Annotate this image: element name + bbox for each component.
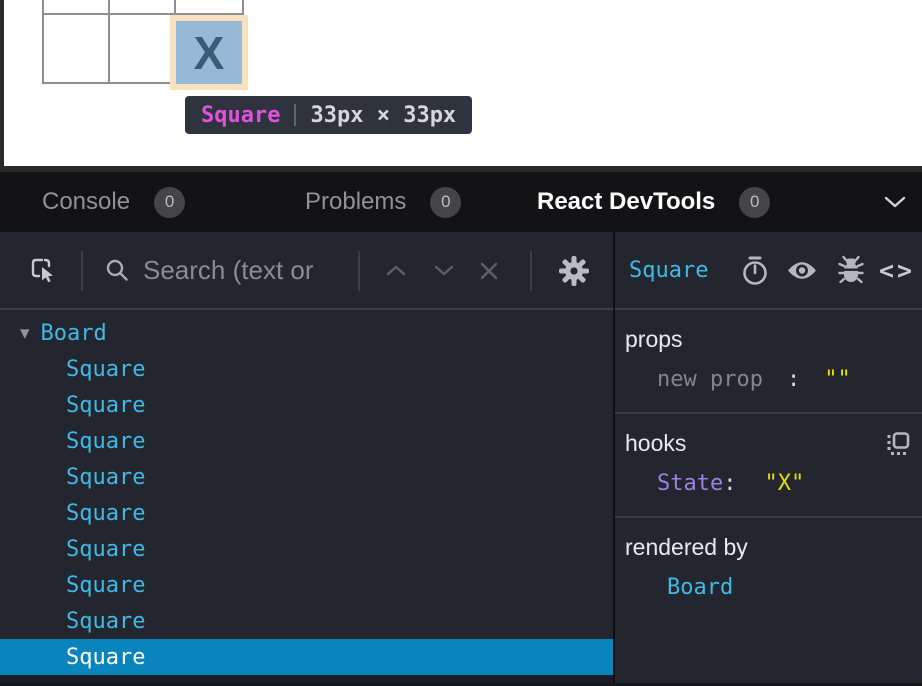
props-section: props new prop: "" (615, 310, 922, 414)
colon: : (787, 367, 800, 392)
browser-page-viewport: X Square 33px × 33px (0, 0, 922, 166)
toolbar-divider (358, 251, 360, 291)
props-section-title: props (625, 326, 683, 353)
tree-row-board[interactable]: ▾ Board (0, 315, 613, 351)
colon: : (723, 471, 736, 496)
tree-row-board-label: Board (41, 321, 107, 346)
expander-triangle-icon[interactable]: ▾ (20, 322, 30, 344)
tree-row-square[interactable]: Square (0, 603, 613, 639)
chevron-down-icon[interactable] (884, 196, 906, 209)
bug-icon[interactable] (837, 254, 865, 286)
clear-search-icon[interactable] (479, 261, 499, 281)
eye-icon[interactable] (786, 259, 818, 282)
tree-row-square[interactable]: Square (0, 459, 613, 495)
tree-row-square[interactable]: Square (0, 531, 613, 567)
devtools-tab-bar: Console 0 Problems 0 React DevTools 0 (0, 172, 922, 232)
tab-console-label: Console (42, 188, 130, 216)
state-hook-name: State (657, 471, 723, 496)
tree-row-square[interactable]: Square (0, 495, 613, 531)
rendered-by-title: rendered by (625, 534, 748, 561)
tooltip-component-name: Square (201, 103, 280, 128)
component-inspector: props new prop: "" hooks (615, 310, 922, 686)
tab-console-badge: 0 (154, 187, 185, 218)
tab-problems-label: Problems (305, 188, 406, 216)
rendered-by-owner-link[interactable]: Board (625, 575, 912, 600)
hooks-section: hooks Sta (615, 414, 922, 518)
new-prop-input[interactable]: new prop (657, 367, 763, 392)
tree-row-square[interactable]: Square (0, 567, 613, 603)
devtools-window: X Square 33px × 33px Console 0 Problems … (0, 0, 922, 686)
rendered-by-section: rendered by Board (615, 518, 922, 620)
tree-row-square[interactable]: Square (0, 423, 613, 459)
toolbar-divider (530, 251, 532, 291)
inspect-element-icon[interactable] (29, 256, 57, 286)
tree-row-square-selected[interactable]: Square (0, 639, 613, 675)
tab-react-devtools-badge: 0 (739, 187, 770, 218)
settings-gear-icon[interactable] (556, 253, 592, 289)
view-source-icon[interactable]: <> (879, 232, 915, 308)
tab-react-devtools[interactable]: React DevTools 0 (537, 172, 770, 232)
window-left-edge (0, 0, 4, 166)
state-hook-value[interactable]: "X" (764, 471, 804, 496)
tab-react-devtools-label: React DevTools (537, 188, 715, 216)
tab-console[interactable]: Console 0 (42, 172, 185, 232)
square-button[interactable]: X (176, 21, 242, 84)
timer-icon[interactable] (741, 255, 769, 287)
tab-problems-badge: 0 (430, 187, 461, 218)
component-tree: ▾ Board Square Square Square Square Squa… (0, 310, 613, 686)
react-devtools-toolbar: Square (0, 232, 922, 310)
element-size-tooltip: Square 33px × 33px (185, 96, 472, 134)
prop-value-input[interactable]: "" (824, 367, 851, 392)
tooltip-divider (294, 104, 296, 126)
props-row: new prop: "" (625, 367, 912, 392)
prev-result-icon[interactable] (386, 265, 406, 276)
next-result-icon[interactable] (434, 265, 454, 276)
tree-row-square[interactable]: Square (0, 387, 613, 423)
state-hook-row: State: "X" (625, 471, 912, 496)
hooks-section-title: hooks (625, 430, 686, 457)
parse-hooks-icon[interactable] (886, 432, 910, 456)
tree-row-square[interactable]: Square (0, 351, 613, 387)
tooltip-size-text: 33px × 33px (310, 103, 456, 128)
toolbar-divider (81, 251, 83, 291)
tab-problems[interactable]: Problems 0 (305, 172, 461, 232)
inspected-component-title: Square (629, 232, 708, 308)
search-icon (105, 258, 130, 283)
search-input[interactable] (143, 232, 355, 308)
